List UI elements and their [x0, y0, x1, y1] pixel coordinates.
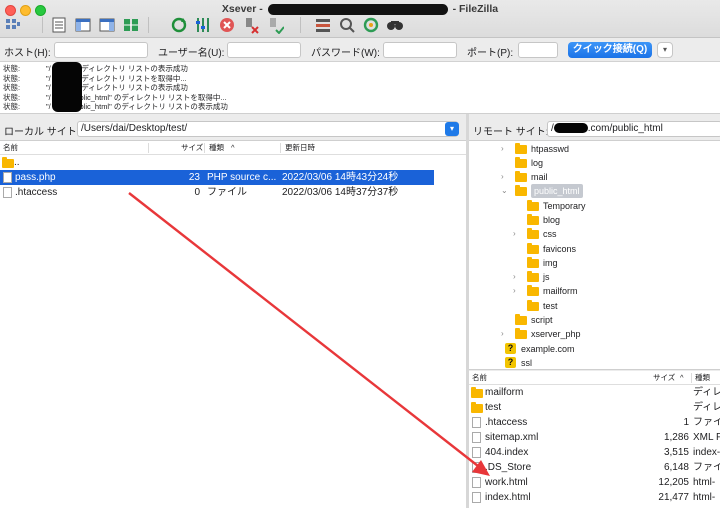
unknown-icon: ? [505, 343, 516, 354]
local-column-header: 名前 サイズ 種類 ^ 更新日時 [0, 141, 466, 155]
folder-icon [527, 271, 539, 282]
folder-icon [515, 157, 527, 168]
folder-icon [471, 387, 483, 398]
unknown-icon: ? [505, 357, 516, 368]
folder-icon [515, 143, 527, 154]
host-label: ホスト(H): [4, 48, 51, 59]
folder-icon [527, 200, 539, 211]
php-file-icon [3, 172, 12, 183]
site-manager-icon[interactable] [4, 16, 22, 34]
redacted-host [267, 3, 448, 15]
folder-icon [527, 214, 539, 225]
file-row[interactable]: work.html 12,205 html- [469, 475, 720, 490]
message-log[interactable]: 状態: "/ .com" のディレクトリ リストの表示成功 状態: "/ .com"… [0, 62, 720, 114]
file-row[interactable]: index.html 21,477 html- [469, 490, 720, 505]
file-icon [3, 187, 12, 198]
log-entry: 状態: "/ .com/public_html" のディレクトリ リストを取得中.… [3, 92, 227, 102]
cancel-icon[interactable] [218, 16, 236, 34]
folder-icon [527, 243, 539, 254]
disconnect-icon[interactable] [242, 16, 260, 34]
port-label: ポート(P): [467, 48, 514, 59]
log-entry: 状態: "/ .com/public_html" のディレクトリ リストの表示成功 [3, 102, 228, 111]
process-queue-icon[interactable] [194, 16, 212, 34]
toggle-remote-tree-icon[interactable] [98, 16, 116, 34]
file-row[interactable]: .htaccess 0 ファイル 2022/03/06 14時37分37秒 [0, 185, 434, 200]
password-input[interactable] [383, 42, 457, 58]
column-size[interactable]: サイズ [181, 141, 203, 155]
folder-icon [515, 185, 527, 196]
file-icon [472, 417, 481, 428]
file-row[interactable]: sitemap.xml 1,286 XML F [469, 430, 720, 445]
xml-file-icon [472, 432, 481, 443]
remote-path-input[interactable]: / .com/public_html [547, 121, 720, 137]
log-entry: 状態: "/ .com" のディレクトリ リストの表示成功 [3, 83, 188, 92]
chevron-down-icon[interactable]: ▾ [445, 122, 459, 136]
html-file-icon [472, 492, 481, 503]
toggle-local-tree-icon[interactable] [74, 16, 92, 34]
quickconnect-button[interactable]: クイック接続(Q) [568, 42, 652, 58]
username-input[interactable] [227, 42, 301, 58]
redacted-host [52, 62, 82, 112]
local-site-label: ローカル サイト: [4, 127, 80, 138]
local-file-list[interactable]: 名前 サイズ 種類 ^ 更新日時 .. pass.php 23 PHP sour… [0, 141, 466, 508]
log-entry: 状態: "/ .com" のディレクトリ リストの表示成功 [3, 64, 188, 73]
folder-icon [515, 328, 527, 339]
file-row[interactable]: .DS_Store 6,148 ファイ [469, 460, 720, 475]
file-row[interactable]: .. [0, 155, 434, 170]
sync-browse-icon[interactable] [362, 16, 380, 34]
title-bar: Xsever - - FileZilla [0, 0, 720, 38]
column-type[interactable]: 種類 [209, 141, 224, 155]
window-title: Xsever - - FileZilla [221, 3, 499, 15]
remote-directory-tree[interactable]: › htpasswd log › mail ⌄ public_html Tempora… [469, 141, 720, 370]
search-icon[interactable] [386, 16, 404, 34]
remote-column-header: 名前 サイズ ^ 種類 [469, 371, 720, 385]
file-row-selected[interactable]: pass.php 23 PHP source c... 2022/03/06 1… [0, 170, 434, 185]
transfer-queue-icon[interactable] [122, 16, 140, 34]
file-row[interactable]: 404.index 3,515 index- [469, 445, 720, 460]
folder-icon [515, 314, 527, 325]
reconnect-icon[interactable] [266, 16, 284, 34]
folder-icon [515, 171, 527, 182]
filter-icon[interactable] [314, 16, 332, 34]
port-input[interactable] [518, 42, 558, 58]
quickconnect-history-dropdown[interactable]: ▾ [657, 42, 673, 58]
host-input[interactable] [54, 42, 148, 58]
remote-file-list[interactable]: 名前 サイズ ^ 種類 mailform ディレ test ディレ .htacces… [469, 371, 720, 508]
password-label: パスワード(W): [311, 48, 380, 59]
file-row[interactable]: test ディレ [469, 400, 720, 415]
folder-icon [527, 257, 539, 268]
folder-icon [527, 300, 539, 311]
file-row[interactable]: mailform ディレ [469, 385, 720, 400]
file-row[interactable]: .htaccess 1 ファイ [469, 415, 720, 430]
compare-icon[interactable] [338, 16, 356, 34]
username-label: ユーザー名(U): [158, 48, 225, 59]
local-path-input[interactable]: /Users/dai/Desktop/test/ [77, 121, 458, 137]
column-name[interactable]: 名前 [472, 371, 487, 385]
log-entry: 状態: "/ .com" のディレクトリ リストを取得中... [3, 73, 187, 83]
sort-ascending-icon: ^ [231, 143, 235, 152]
remote-site-bar: リモート サイト: / .com/public_html [469, 117, 720, 141]
file-icon [472, 447, 481, 458]
folder-icon [527, 228, 539, 239]
folder-icon [527, 285, 539, 296]
column-type[interactable]: 種類 [695, 371, 710, 385]
quickconnect-bar: ホスト(H): ユーザー名(U): パスワード(W): ポート(P): クイック… [0, 38, 720, 62]
column-modified[interactable]: 更新日時 [285, 141, 315, 155]
remote-site-label: リモート サイト: [473, 127, 549, 138]
html-file-icon [472, 477, 481, 488]
file-icon [472, 462, 481, 473]
folder-icon [471, 402, 483, 413]
column-name[interactable]: 名前 [3, 141, 18, 155]
sort-ascending-icon: ^ [680, 373, 684, 382]
folder-icon [2, 157, 14, 168]
refresh-icon[interactable] [170, 16, 188, 34]
toggle-log-icon[interactable] [50, 16, 68, 34]
column-size[interactable]: サイズ [653, 371, 675, 385]
local-site-bar: ローカル サイト: /Users/dai/Desktop/test/ ▾ [0, 117, 466, 141]
